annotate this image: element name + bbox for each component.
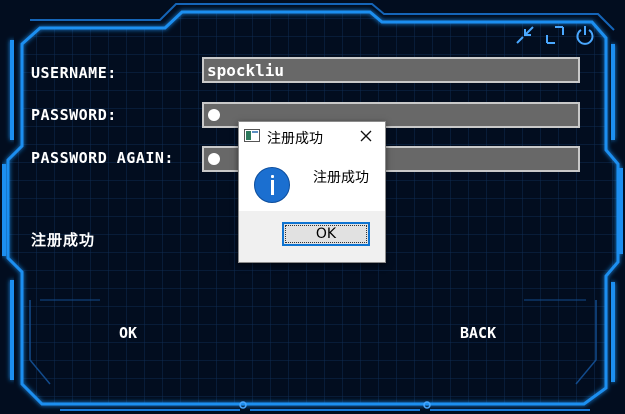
minimize-icon[interactable] <box>514 24 536 46</box>
username-input[interactable]: spockliu <box>202 57 580 83</box>
close-icon[interactable] <box>355 125 377 147</box>
dialog-ok-button[interactable]: OK <box>282 222 370 246</box>
dialog-body: 注册成功 <box>239 151 385 211</box>
password-label: PASSWORD: <box>31 106 117 124</box>
dialog-message: 注册成功 <box>313 170 369 186</box>
password-again-label: PASSWORD AGAIN: <box>31 149 174 167</box>
maximize-icon[interactable] <box>544 24 566 46</box>
power-icon[interactable] <box>574 24 596 46</box>
password-again-mask-dot <box>208 153 220 165</box>
ok-button[interactable]: OK <box>115 322 141 344</box>
dialog-titlebar: 注册成功 <box>239 122 385 151</box>
app-window: USERNAME: spockliu PASSWORD: PASSWORD AG… <box>0 0 625 414</box>
password-mask-dot <box>208 109 220 121</box>
window-app-icon <box>244 129 260 142</box>
username-label: USERNAME: <box>31 64 117 82</box>
message-dialog: 注册成功 注册成功 OK <box>238 121 386 263</box>
status-message: 注册成功 <box>31 231 96 249</box>
username-value: spockliu <box>207 60 285 80</box>
info-icon <box>254 167 290 203</box>
dialog-title: 注册成功 <box>267 131 323 147</box>
dialog-footer: OK <box>239 211 385 262</box>
back-button[interactable]: BACK <box>456 322 500 344</box>
